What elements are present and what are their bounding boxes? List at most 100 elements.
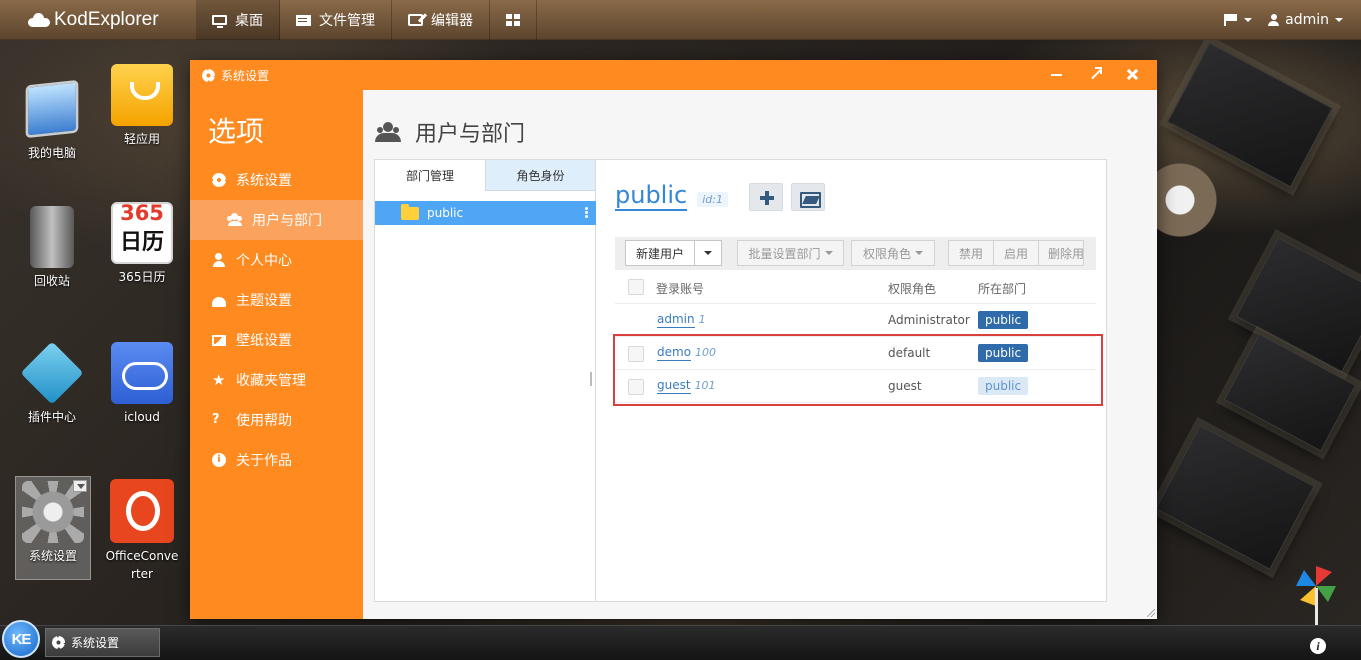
- delete-user-button[interactable]: 删除用户: [1038, 240, 1084, 266]
- desktop-icon-office-converter[interactable]: OfficeConverter: [104, 479, 180, 583]
- close-icon[interactable]: [1127, 68, 1139, 80]
- nav-file-manager-label: 文件管理: [319, 13, 375, 29]
- sidebar-item-label: 系统设置: [236, 173, 292, 189]
- role-filter-button[interactable]: 权限角色: [851, 240, 935, 266]
- desktop-icon-my-computer[interactable]: 我的电脑: [14, 78, 90, 162]
- table-row[interactable]: admin 1 Administrator public: [615, 304, 1096, 337]
- nav-file-manager[interactable]: 文件管理: [280, 0, 392, 40]
- sidebar-title: 选项: [208, 115, 265, 148]
- top-nav: 桌面 文件管理 编辑器: [196, 0, 537, 40]
- desktop-icon-plugin-center[interactable]: 插件中心: [14, 341, 90, 426]
- icloud-icon: [111, 342, 173, 404]
- desktop-icon-label: 365日历: [118, 270, 166, 284]
- users-icon: [228, 213, 242, 227]
- start-button[interactable]: KE: [2, 620, 40, 658]
- table-row[interactable]: guest 101 guest public: [615, 370, 1096, 403]
- notifications-dropdown[interactable]: [1224, 14, 1253, 26]
- department-name[interactable]: public: [615, 181, 688, 211]
- user-icon: [212, 253, 226, 267]
- chevron-down-icon: [1244, 18, 1253, 22]
- user-name-link[interactable]: admin: [657, 312, 695, 328]
- nav-editor[interactable]: 编辑器: [392, 0, 490, 40]
- info-icon: i: [212, 453, 226, 467]
- user-role: default: [888, 346, 931, 360]
- sidebar-item-theme[interactable]: 主题设置: [190, 280, 363, 320]
- pane-resize-handle[interactable]: [590, 372, 592, 386]
- window-title-bar[interactable]: 系统设置: [190, 60, 1157, 90]
- app-logo[interactable]: KodExplorer: [28, 8, 159, 32]
- settings-sidebar: 选项 系统设置 用户与部门 个人中心 主题设置 壁纸设置 ★ 收藏夹管理 ? 使…: [190, 90, 363, 619]
- user-toolbar: 新建用户 批量设置部门 权限角色 禁用 启用 删除用户: [615, 237, 1096, 270]
- department-badge: public: [978, 344, 1029, 362]
- batch-set-department-button[interactable]: 批量设置部门: [737, 240, 844, 266]
- user-name-link[interactable]: demo: [657, 345, 692, 361]
- sidebar-item-wallpaper[interactable]: 壁纸设置: [190, 320, 363, 360]
- taskbar: [0, 625, 1361, 660]
- sidebar-item-help[interactable]: ? 使用帮助: [190, 400, 363, 440]
- settings-content: 用户与部门 部门管理 角色身份 public public id:1 新建用户 …: [363, 90, 1157, 619]
- chevron-down-icon: [704, 251, 712, 255]
- sidebar-item-users-departments[interactable]: 用户与部门: [190, 200, 363, 240]
- sidebar-item-label: 主题设置: [236, 293, 292, 309]
- page-title-text: 用户与部门: [415, 122, 526, 147]
- info-icon[interactable]: i: [1310, 638, 1326, 654]
- user-menu[interactable]: admin: [1268, 12, 1343, 28]
- new-user-dropdown[interactable]: [694, 240, 722, 266]
- user-account: guest 101: [657, 378, 716, 394]
- sidebar-item-favorites[interactable]: ★ 收藏夹管理: [190, 360, 363, 400]
- picture-icon: [212, 334, 226, 346]
- role-filter-label: 权限角色: [862, 246, 911, 261]
- calendar-icon: 365 日历: [111, 201, 173, 264]
- new-user-button[interactable]: 新建用户: [625, 240, 695, 266]
- open-folder-button[interactable]: [791, 183, 825, 211]
- select-all-checkbox[interactable]: [628, 279, 644, 295]
- desktop-icon-recycle-bin[interactable]: 回收站: [14, 206, 90, 290]
- desktop-icon-label: OfficeConverter: [105, 549, 179, 581]
- disable-user-button[interactable]: 禁用: [948, 240, 994, 266]
- row-checkbox[interactable]: [628, 346, 644, 362]
- department-header: public id:1: [615, 181, 728, 211]
- maximize-icon[interactable]: [1089, 67, 1102, 80]
- sidebar-item-about[interactable]: i 关于作品: [190, 440, 363, 480]
- sidebar-item-label: 壁纸设置: [236, 333, 292, 349]
- desktop-icon-light-app[interactable]: 轻应用: [104, 64, 180, 148]
- file-manager-icon: [296, 14, 311, 26]
- header-department: 所在部门: [978, 282, 1027, 296]
- user-table: 登录账号 权限角色 所在部门 admin 1 Administrator pub…: [615, 270, 1096, 403]
- sidebar-item-system-settings[interactable]: 系统设置: [190, 160, 363, 200]
- tab-roles[interactable]: 角色身份: [485, 160, 595, 191]
- gear-icon: [212, 173, 226, 187]
- settings-window: 系统设置 选项 系统设置 用户与部门 个人中心 主题设置 壁纸设置 ★ 收藏夹管…: [190, 60, 1157, 619]
- desktop-icon-calendar[interactable]: 365 日历 365日历: [104, 201, 180, 286]
- user-name-link[interactable]: guest: [657, 378, 691, 394]
- user-list-pane: public id:1 新建用户 批量设置部门 权限角色 禁用 启用 删除用 登…: [615, 160, 1105, 601]
- minimize-icon[interactable]: [1051, 68, 1063, 80]
- users-icon: [375, 122, 401, 142]
- more-options-icon[interactable]: [585, 207, 588, 210]
- gear-icon: [52, 636, 65, 649]
- page-title: 用户与部门: [375, 116, 525, 148]
- add-department-button[interactable]: [749, 183, 783, 211]
- dropdown-arrow-icon[interactable]: [73, 480, 87, 492]
- desktop-icon-label: 回收站: [33, 274, 70, 288]
- desktop-icon-icloud[interactable]: icloud: [104, 342, 180, 426]
- window-resize-handle[interactable]: [1147, 609, 1155, 617]
- department-badge: public: [978, 311, 1029, 329]
- enable-user-button[interactable]: 启用: [993, 240, 1039, 266]
- taskbar-item-system-settings[interactable]: 系统设置: [45, 628, 160, 657]
- header-role: 权限角色: [888, 282, 937, 296]
- question-icon: ?: [212, 412, 220, 427]
- tree-node-public[interactable]: public: [375, 201, 596, 225]
- table-row[interactable]: demo 100 default public: [615, 337, 1096, 370]
- cloud-icon: [28, 13, 50, 27]
- tab-department-management[interactable]: 部门管理: [375, 160, 485, 191]
- computer-icon: [25, 79, 79, 139]
- department-id: id:1: [697, 192, 728, 207]
- sidebar-item-personal-center[interactable]: 个人中心: [190, 240, 363, 280]
- taskbar-item-label: 系统设置: [71, 636, 120, 650]
- nav-desktop[interactable]: 桌面: [196, 0, 280, 40]
- nav-apps-grid[interactable]: [490, 0, 537, 40]
- row-checkbox[interactable]: [628, 379, 644, 395]
- desktop-icon-system-settings[interactable]: 系统设置: [15, 476, 91, 580]
- grid-icon: [506, 14, 520, 26]
